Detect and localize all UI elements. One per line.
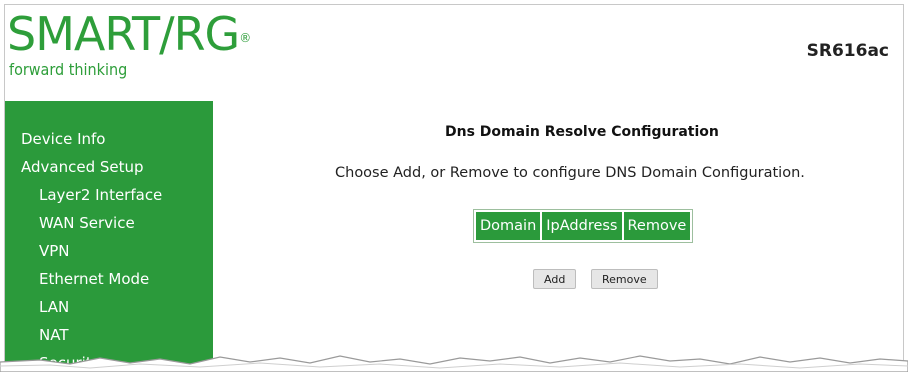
- dns-domain-table: Domain IpAddress Remove: [473, 209, 694, 243]
- registered-mark: ®: [239, 31, 251, 45]
- column-header-ipaddress: IpAddress: [542, 212, 622, 240]
- add-button[interactable]: Add: [533, 269, 577, 289]
- sidebar-item-device-info[interactable]: Device Info: [21, 129, 105, 149]
- sidebar-item-ethernet-mode[interactable]: Ethernet Mode: [39, 269, 149, 289]
- smartrg-logo: SMART/RG®: [7, 11, 251, 57]
- instructions-text: Choose Add, or Remove to configure DNS D…: [335, 165, 805, 181]
- table-header-row: Domain IpAddress Remove: [476, 212, 691, 240]
- column-header-domain: Domain: [476, 212, 541, 240]
- sidebar-item-wan-service[interactable]: WAN Service: [39, 213, 135, 233]
- remove-button[interactable]: Remove: [591, 269, 658, 289]
- column-header-remove: Remove: [623, 212, 691, 240]
- sidebar-item-advanced-setup[interactable]: Advanced Setup: [21, 157, 144, 177]
- model-name: SR616ac: [806, 41, 889, 61]
- page-frame: SMART/RG® forward thinking SR616ac Devic…: [4, 4, 904, 368]
- page-title: Dns Domain Resolve Configuration: [445, 124, 719, 140]
- logo-text: SMART/RG: [7, 7, 240, 61]
- sidebar-item-lan[interactable]: LAN: [39, 297, 69, 317]
- logo-tagline: forward thinking: [9, 60, 128, 79]
- torn-edge-decoration: [0, 355, 908, 372]
- sidebar: Device Info Advanced Setup Layer2 Interf…: [5, 101, 213, 367]
- sidebar-item-vpn[interactable]: VPN: [39, 241, 70, 261]
- sidebar-item-layer2-interface[interactable]: Layer2 Interface: [39, 185, 162, 205]
